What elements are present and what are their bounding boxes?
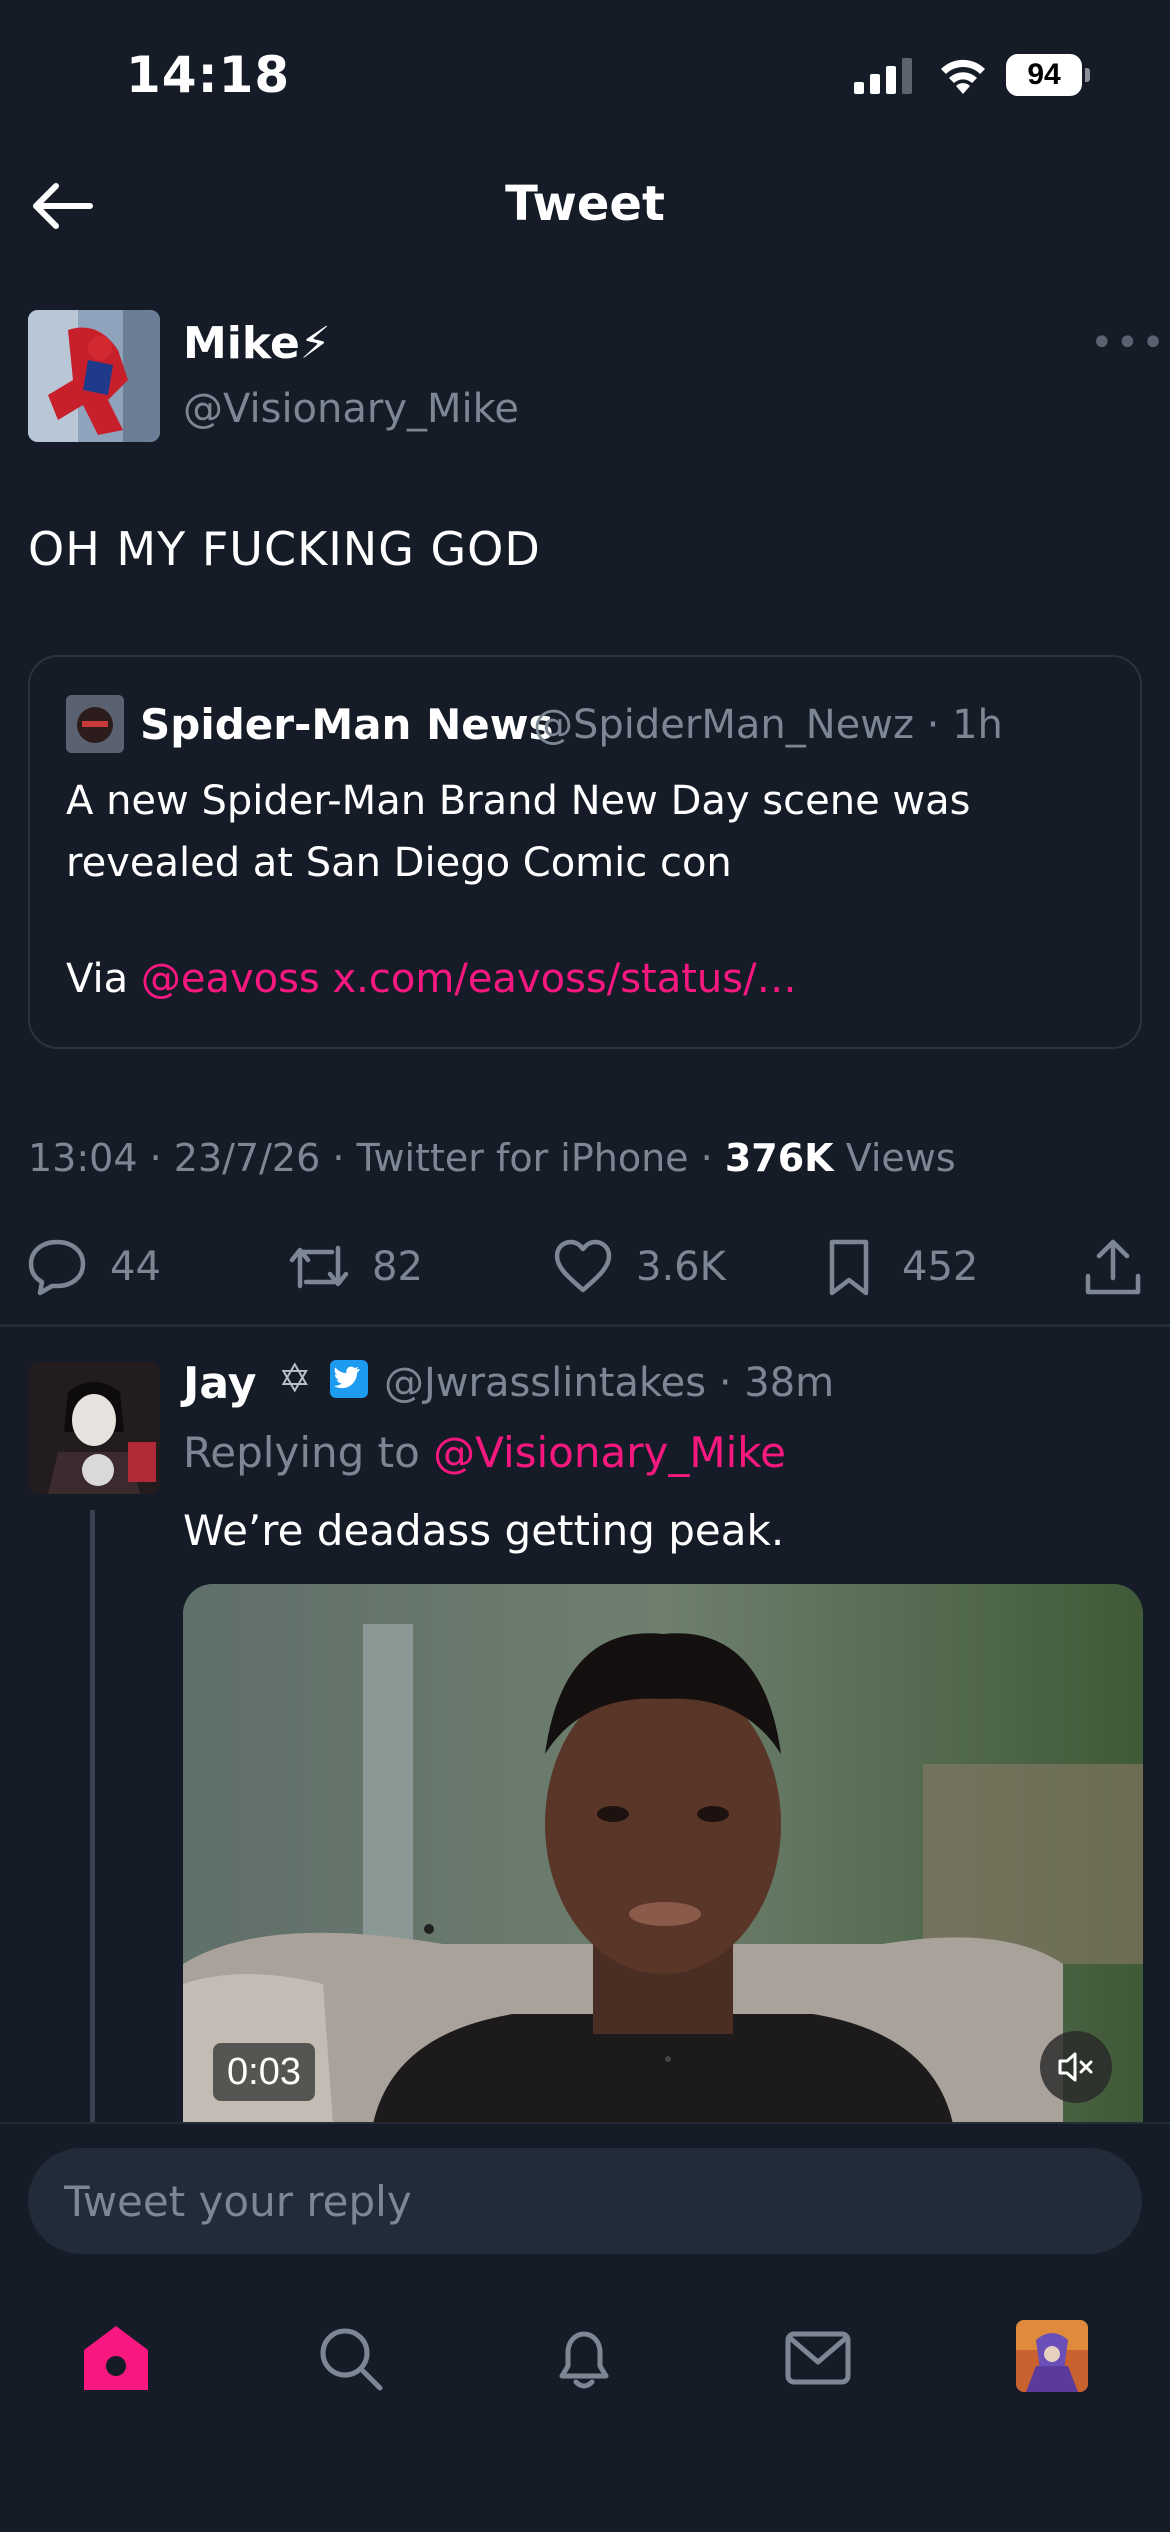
twitter-bird-badge-icon [330,1360,368,1398]
page-title: Tweet [505,176,665,232]
share-button[interactable] [1082,1232,1144,1302]
replying-prefix: Replying to [183,1428,434,1477]
quoted-via-line: Via @eavoss x.com/eavoss/status/… [66,956,797,1002]
divider [0,1324,1170,1326]
battery-level: 94 [1006,54,1082,96]
quoted-avatar [66,695,124,753]
bookmark-count: 452 [902,1244,979,1290]
more-options-icon[interactable]: ••• [1090,320,1165,366]
reply-video[interactable] [183,1584,1143,2124]
share-icon [1085,1239,1141,1295]
views-count[interactable]: 376K [725,1136,834,1180]
heart-icon [554,1239,612,1293]
battery-icon: 94 [1006,54,1090,96]
profile-avatar[interactable] [1016,2320,1088,2392]
tweet-time: 13:04 [28,1136,138,1180]
reply-button[interactable]: 44 [26,1232,161,1302]
reply-text: We’re deadass getting peak. [183,1506,785,1555]
author-name[interactable]: Mike⚡ [183,318,331,369]
reply-handle-time: @Jwrasslintakes · 38m [384,1360,835,1406]
views-label: Views [845,1136,956,1180]
like-button[interactable]: 3.6K [552,1232,726,1302]
reply-author-name[interactable]: Jay [183,1358,256,1409]
star-emoji: ✡ [278,1356,312,1402]
bookmark-icon [829,1239,869,1296]
back-arrow-icon[interactable] [28,180,94,232]
tweet-text: OH MY FUCKING GOD [28,522,541,576]
thread-line [90,1510,95,2122]
replying-to: Replying to @Visionary_Mike [183,1428,786,1477]
status-time: 14:18 [126,46,291,104]
replying-to-mention[interactable]: @Visionary_Mike [433,1428,786,1477]
quoted-author-name: Spider-Man News [140,700,554,749]
via-prefix: Via [66,956,141,1002]
retweet-icon [289,1245,349,1289]
quoted-text: A new Spider-Man Brand New Day scene was… [66,778,971,886]
retweet-button[interactable]: 82 [288,1232,423,1302]
tweet-date: 23/7/26 [173,1136,321,1180]
reply-input[interactable] [28,2148,1142,2254]
author-handle[interactable]: @Visionary_Mike [183,386,519,432]
home-icon[interactable] [78,2320,154,2396]
messages-envelope-icon[interactable] [780,2320,856,2396]
reply-count: 44 [110,1244,161,1290]
via-status-link[interactable]: x.com/eavoss/status/… [333,956,797,1002]
speaker-muted-icon [1058,2052,1093,2082]
cellular-signal-icon [854,58,912,94]
wifi-icon [941,59,985,94]
reply-icon [28,1239,86,1296]
author-avatar[interactable] [28,310,160,442]
reply-author-avatar[interactable] [28,1362,160,1494]
bookmark-button[interactable]: 452 [818,1232,978,1302]
tweet-meta: 13:04 · 23/7/26 · Twitter for iPhone · 3… [28,1136,956,1180]
tweet-client: Twitter for iPhone [356,1136,689,1180]
search-icon[interactable] [312,2320,388,2396]
retweet-count: 82 [372,1244,423,1290]
via-mention-link[interactable]: @eavoss [141,956,320,1002]
mute-button[interactable] [1040,2031,1112,2103]
quoted-handle-time: @SpiderMan_Newz · 1h [533,702,1003,748]
video-duration: 0:03 [213,2043,315,2101]
notifications-bell-icon[interactable] [546,2320,622,2396]
like-count: 3.6K [636,1244,726,1290]
